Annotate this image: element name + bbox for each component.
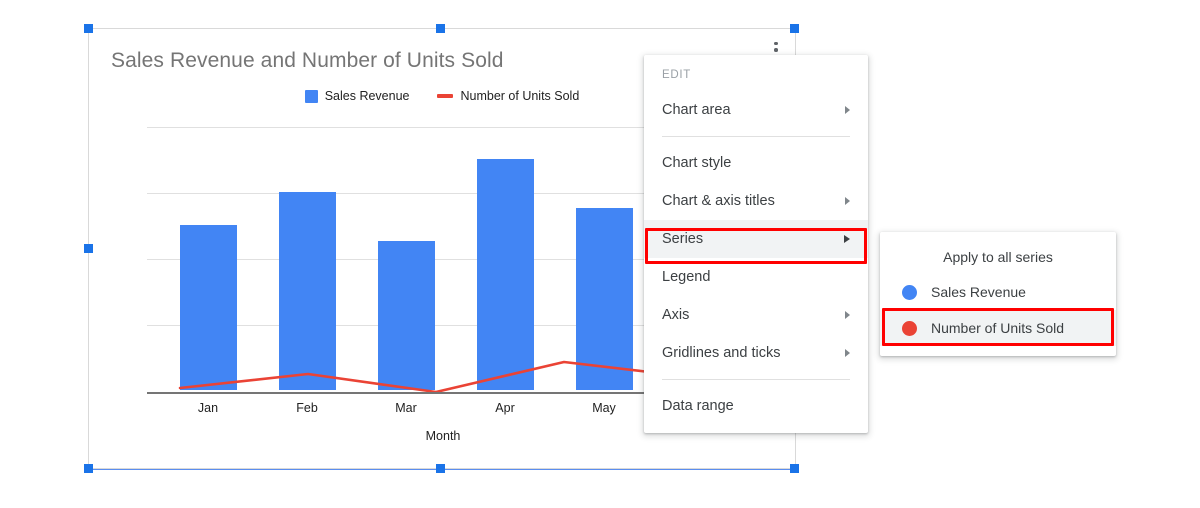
x-tick-label: Jan: [197, 401, 219, 415]
resize-handle-bottom-right[interactable]: [790, 464, 799, 473]
menu-item-axis[interactable]: Axis: [644, 296, 868, 334]
series-color-dot-icon: [902, 284, 917, 300]
menu-item-gridlines-and-ticks[interactable]: Gridlines and ticks: [644, 334, 868, 372]
chevron-right-icon: [845, 197, 850, 205]
x-tick-label: Apr: [495, 401, 515, 415]
resize-handle-top-left[interactable]: [84, 24, 93, 33]
menu-item-chart-and-axis-titles[interactable]: Chart & axis titles: [644, 182, 868, 220]
menu-item-label: Series: [662, 231, 704, 247]
menu-section-label: EDIT: [662, 69, 691, 81]
menu-item-label: Chart & axis titles: [662, 193, 775, 209]
series-submenu: Apply to all series Sales Revenue Number…: [880, 232, 1116, 356]
resize-handle-top-right[interactable]: [790, 24, 799, 33]
menu-item-label: Data range: [662, 398, 734, 414]
submenu-item-label: Sales Revenue: [931, 284, 1026, 300]
screenshot-root: Sales Revenue and Number of Units Sold S…: [0, 0, 1200, 508]
x-tick-label: May: [592, 401, 616, 415]
resize-handle-top-center[interactable]: [436, 24, 445, 33]
menu-item-chart-area[interactable]: Chart area: [644, 91, 868, 129]
submenu-item-number-of-units-sold[interactable]: Number of Units Sold: [880, 310, 1116, 346]
menu-divider: [662, 136, 850, 137]
chevron-right-icon: [844, 235, 850, 243]
resize-handle-bottom-left[interactable]: [84, 464, 93, 473]
menu-item-chart-style[interactable]: Chart style: [644, 144, 868, 182]
menu-item-label: Gridlines and ticks: [662, 345, 781, 361]
x-tick-label: Feb: [296, 401, 318, 415]
chart-context-menu: EDIT Chart area Chart style Chart & axis…: [644, 55, 868, 433]
resize-handle-middle-left[interactable]: [84, 244, 93, 253]
series-color-dot-icon: [902, 320, 917, 336]
menu-item-series[interactable]: Series: [644, 220, 868, 258]
submenu-item-sales-revenue[interactable]: Sales Revenue: [880, 274, 1116, 310]
menu-item-label: Axis: [662, 307, 690, 323]
chevron-right-icon: [845, 349, 850, 357]
menu-item-label: Chart area: [662, 102, 731, 118]
x-tick-label: Mar: [395, 401, 417, 415]
resize-handle-bottom-center[interactable]: [436, 464, 445, 473]
menu-item-data-range[interactable]: Data range: [644, 387, 868, 425]
chevron-right-icon: [845, 311, 850, 319]
submenu-apply-to-all-series[interactable]: Apply to all series: [880, 240, 1116, 274]
chevron-right-icon: [845, 106, 850, 114]
menu-item-label: Chart style: [662, 155, 732, 171]
menu-divider: [662, 379, 850, 380]
menu-item-legend[interactable]: Legend: [644, 258, 868, 296]
menu-item-label: Legend: [662, 269, 711, 285]
submenu-item-label: Number of Units Sold: [931, 320, 1065, 336]
